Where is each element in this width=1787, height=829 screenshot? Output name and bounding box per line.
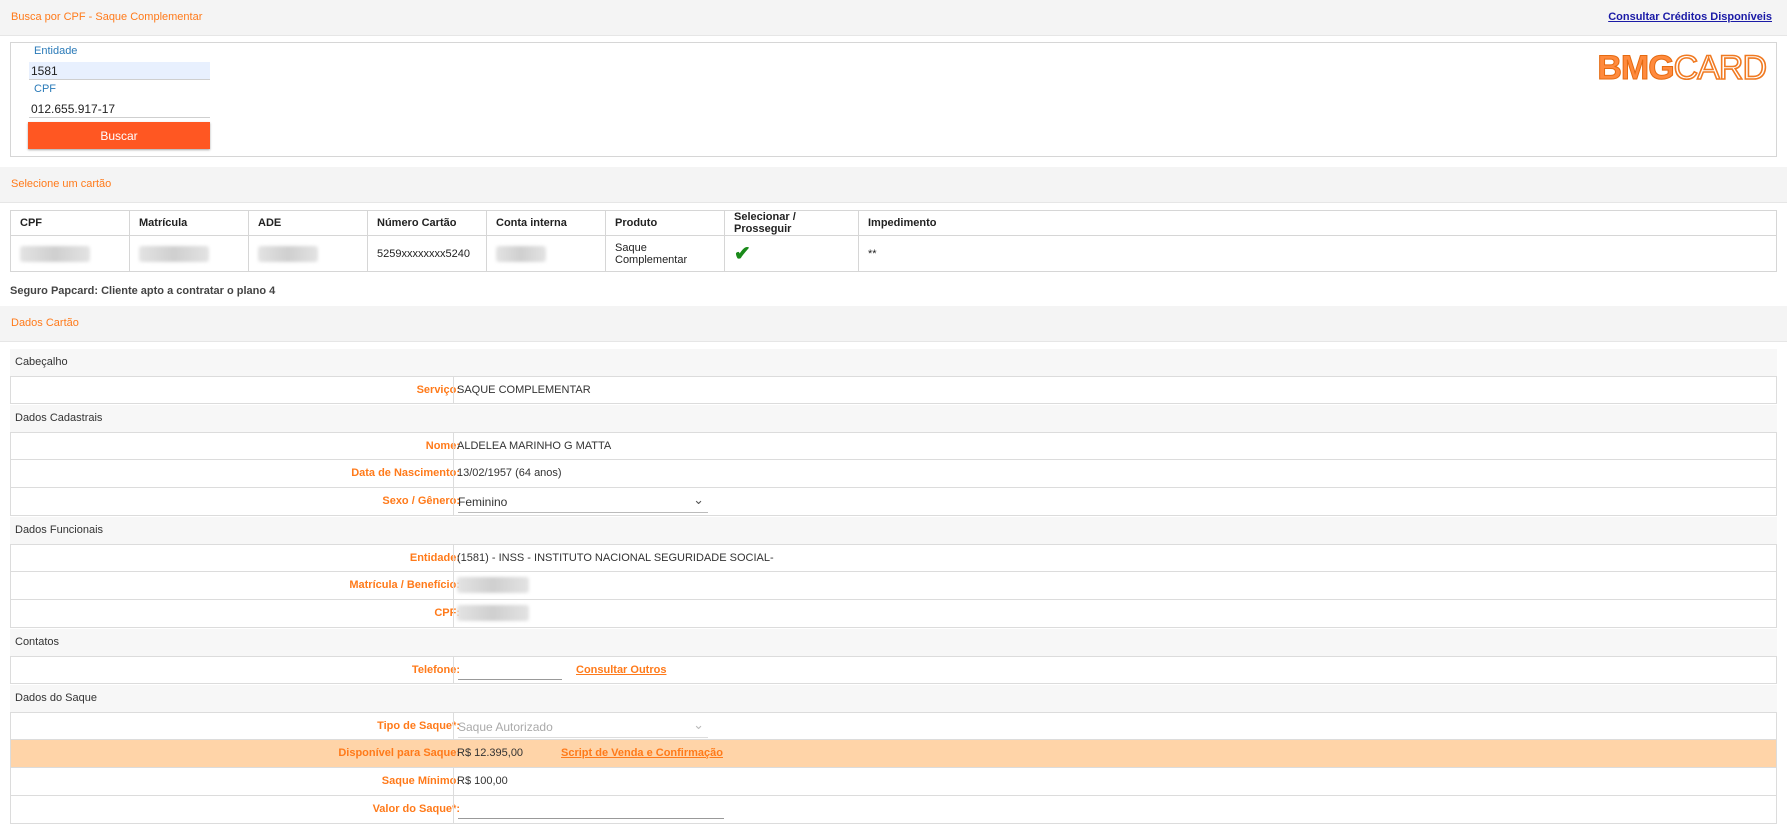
section-dados-saque: Dados do Saque <box>10 685 1777 712</box>
consultar-outros-link[interactable]: Consultar Outros <box>576 657 666 684</box>
row-cpf: CPF: <box>10 600 1777 628</box>
row-sexo: Sexo / Gênero: Feminino ⌄ <box>10 488 1777 516</box>
bmgcard-logo: BMGCARD <box>1597 48 1768 88</box>
col-cpf: CPF <box>10 210 130 236</box>
cell-conta-interna <box>486 235 606 272</box>
col-ade: ADE <box>248 210 368 236</box>
buscar-button[interactable]: Buscar <box>28 122 210 149</box>
divider <box>453 377 454 403</box>
cards-table: CPF Matrícula ADE Número Cartão Conta in… <box>10 210 1777 272</box>
section-cabecalho: Cabeçalho <box>10 349 1777 376</box>
matricula-label: Matrícula / Benefício: <box>349 579 460 591</box>
sexo-select[interactable]: Feminino ⌄ <box>458 492 708 513</box>
nascimento-value: 13/02/1957 (64 anos) <box>457 467 562 479</box>
redacted-block <box>139 245 209 262</box>
redacted-block <box>258 245 318 262</box>
redacted-block <box>496 245 546 262</box>
disponivel-label: Disponível para Saque: <box>338 747 460 759</box>
header-bar: Busca por CPF - Saque Complementar Consu… <box>0 0 1787 36</box>
search-panel: Entidade CPF Buscar BMGCARD <box>10 42 1777 157</box>
saque-minimo-value: R$ 100,00 <box>457 775 508 787</box>
row-data-nascimento: Data de Nascimento: 13/02/1957 (64 anos) <box>10 460 1777 488</box>
servico-value: SAQUE COMPLEMENTAR <box>457 384 591 396</box>
cell-impedimento: ** <box>858 235 1777 272</box>
select-card-bar: Selecione um cartão <box>0 167 1787 203</box>
seguro-status-text: Seguro Papcard: Cliente apto a contratar… <box>10 285 276 297</box>
col-impedimento: Impedimento <box>858 210 1777 236</box>
row-telefone: Telefone: Consultar Outros <box>10 656 1777 684</box>
cpf-label: CPF <box>34 83 56 95</box>
saque-minimo-label: Saque Mínimo: <box>381 775 460 787</box>
valor-saque-label: Valor do Saque*: <box>372 803 460 815</box>
tipo-saque-select[interactable]: Saque Autorizado ⌄ <box>458 717 708 738</box>
cell-selecionar[interactable]: ✔ <box>724 235 859 272</box>
divider <box>453 713 454 739</box>
col-matricula: Matrícula <box>129 210 249 236</box>
logo-card-text: CARD <box>1673 48 1768 88</box>
nome-value: ALDELEA MARINHO G MATTA <box>457 440 612 452</box>
row-matricula: Matrícula / Benefício: <box>10 572 1777 600</box>
table-header-row: CPF Matrícula ADE Número Cartão Conta in… <box>10 210 1777 236</box>
divider <box>453 433 454 459</box>
cell-numero-cartao: 5259xxxxxxxx5240 <box>367 235 487 272</box>
dados-cartao-title: Dados Cartão <box>11 317 79 329</box>
entidade-row-value: (1581) - INSS - INSTITUTO NACIONAL SEGUR… <box>457 552 774 564</box>
sexo-label: Sexo / Gênero: <box>382 495 460 507</box>
redacted-block <box>20 245 90 262</box>
divider <box>453 796 454 823</box>
tipo-saque-selected-value: Saque Autorizado <box>458 720 553 734</box>
cell-matricula <box>129 235 249 272</box>
telefone-input[interactable] <box>458 663 562 680</box>
col-produto: Produto <box>605 210 725 236</box>
section-dados-funcionais: Dados Funcionais <box>10 517 1777 544</box>
matricula-value <box>457 572 529 599</box>
redacted-block <box>457 577 529 594</box>
nascimento-label: Data de Nascimento: <box>351 467 460 479</box>
section-dados-cadastrais: Dados Cadastrais <box>10 405 1777 432</box>
valor-saque-input[interactable] <box>458 802 724 819</box>
dados-cartao-bar: Dados Cartão <box>0 306 1787 342</box>
cell-cpf <box>10 235 130 272</box>
select-card-title: Selecione um cartão <box>11 178 112 190</box>
sexo-selected-value: Feminino <box>458 495 508 509</box>
row-servico: Serviço: SAQUE COMPLEMENTAR <box>10 376 1777 404</box>
divider <box>453 600 454 627</box>
redacted-block <box>457 605 529 622</box>
col-selecionar: Selecionar / Prosseguir <box>724 210 859 236</box>
disponivel-value: R$ 12.395,00 <box>457 747 524 759</box>
divider <box>453 545 454 571</box>
divider <box>453 488 454 515</box>
divider <box>453 460 454 487</box>
script-venda-link[interactable]: Script de Venda e Confirmação <box>561 740 723 767</box>
col-conta-interna: Conta interna <box>486 210 606 236</box>
divider <box>453 657 454 683</box>
logo-bmg-text: BMG <box>1597 49 1675 88</box>
section-contatos: Contatos <box>10 629 1777 656</box>
divider <box>453 768 454 795</box>
row-tipo-saque: Tipo de Saque*: Saque Autorizado ⌄ <box>10 712 1777 740</box>
nome-label: Nome: <box>425 440 460 452</box>
tipo-saque-label: Tipo de Saque*: <box>377 720 460 732</box>
cpf-row-value <box>457 600 529 627</box>
row-disponivel: Disponível para Saque: R$ 12.395,00 Scri… <box>10 740 1777 768</box>
table-row: 5259xxxxxxxx5240 Saque Complementar ✔ ** <box>10 235 1777 272</box>
row-nome: Nome: ALDELEA MARINHO G MATTA <box>10 432 1777 460</box>
entidade-label: Entidade <box>34 45 78 57</box>
cell-produto: Saque Complementar <box>605 235 725 272</box>
row-entidade: Entidade: (1581) - INSS - INSTITUTO NACI… <box>10 544 1777 572</box>
entidade-input[interactable] <box>29 62 210 80</box>
col-numero-cartao: Número Cartão <box>367 210 487 236</box>
chevron-down-icon: ⌄ <box>693 717 704 732</box>
divider <box>453 572 454 599</box>
row-valor-saque: Valor do Saque*: <box>10 796 1777 824</box>
row-saque-minimo: Saque Mínimo: R$ 100,00 <box>10 768 1777 796</box>
cpf-input[interactable] <box>29 100 210 118</box>
chevron-down-icon: ⌄ <box>693 492 704 507</box>
consultar-creditos-link[interactable]: Consultar Créditos Disponíveis <box>1608 11 1772 23</box>
check-icon[interactable]: ✔ <box>734 243 751 265</box>
page-title: Busca por CPF - Saque Complementar <box>11 11 203 23</box>
cell-ade <box>248 235 368 272</box>
